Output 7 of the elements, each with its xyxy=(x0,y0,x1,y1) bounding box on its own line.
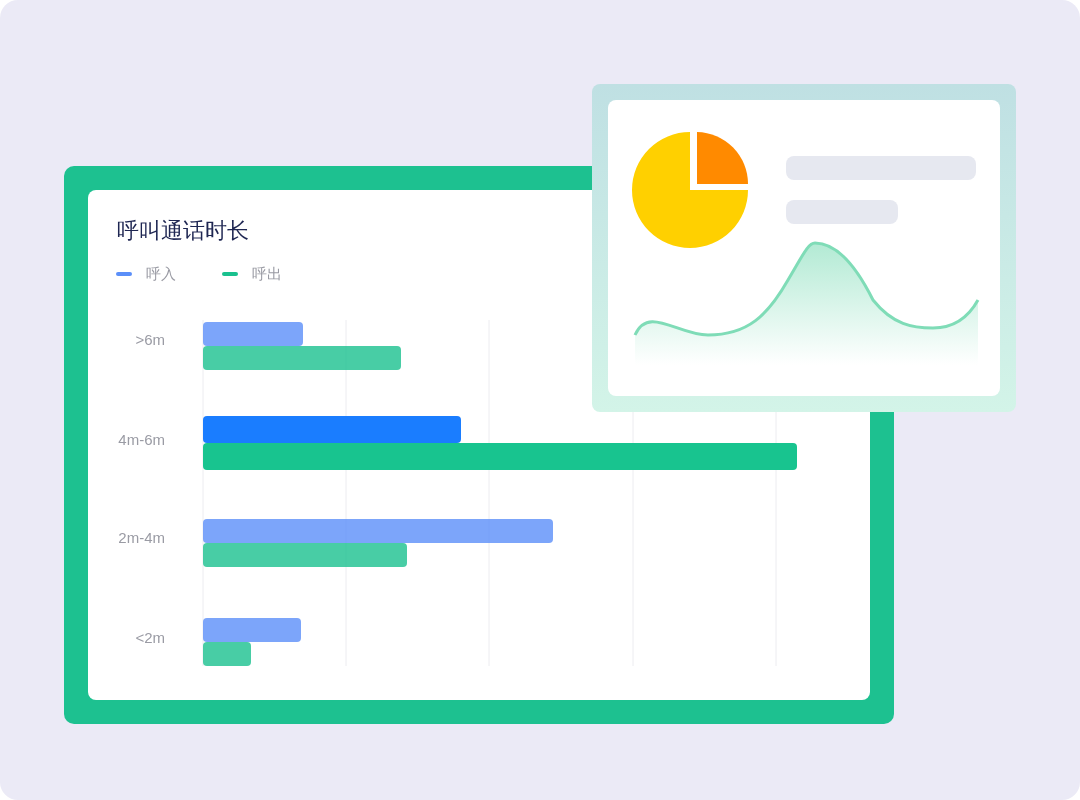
category-label: 4m-6m xyxy=(118,430,165,450)
chart-title: 呼叫通话时长 xyxy=(117,217,249,245)
category-label: 2m-4m xyxy=(118,528,165,548)
category-label: <2m xyxy=(135,628,165,648)
category-label: >6m xyxy=(135,330,165,350)
legend-label: 呼出 xyxy=(252,264,282,284)
legend-label: 呼入 xyxy=(146,264,176,284)
